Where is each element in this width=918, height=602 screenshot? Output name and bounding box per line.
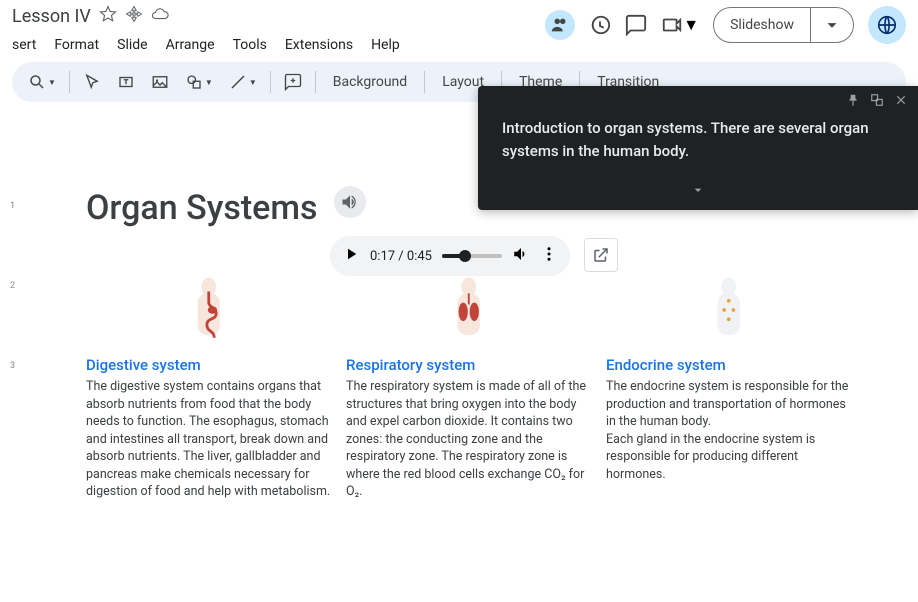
pin-icon[interactable]: [846, 92, 860, 111]
zoom-icon[interactable]: ▼: [22, 69, 62, 95]
textbox-icon[interactable]: [111, 69, 141, 95]
audio-time: 0:17 / 0:45: [370, 249, 432, 264]
digestive-body: The digestive system contains organs tha…: [86, 378, 332, 501]
video-call-icon[interactable]: ▼: [661, 14, 699, 36]
close-icon[interactable]: [894, 92, 908, 111]
comment-add-icon[interactable]: [278, 69, 308, 95]
vertical-ruler: 1 2 3: [0, 106, 28, 564]
menu-slide[interactable]: Slide: [109, 33, 155, 57]
slideshow-dropdown[interactable]: [811, 8, 853, 42]
respiratory-title: Respiratory system: [346, 356, 592, 374]
select-icon[interactable]: [77, 69, 107, 95]
slideshow-label[interactable]: Slideshow: [714, 8, 811, 42]
menu-insert[interactable]: sert: [4, 33, 44, 57]
popout-icon[interactable]: [584, 238, 618, 272]
endocrine-body: The endocrine system is responsible for …: [606, 378, 852, 483]
respiratory-body: The respiratory system is made of all of…: [346, 378, 592, 501]
menu-extensions[interactable]: Extensions: [277, 33, 361, 57]
speaker-icon[interactable]: [334, 186, 366, 218]
image-icon[interactable]: [145, 69, 175, 95]
audio-seek-slider[interactable]: [442, 254, 502, 258]
line-icon[interactable]: ▼: [223, 69, 263, 95]
menu-tools[interactable]: Tools: [225, 33, 275, 57]
system-digestive[interactable]: Digestive system The digestive system co…: [86, 272, 332, 501]
endocrine-image: [606, 272, 852, 348]
menu-arrange[interactable]: Arrange: [158, 33, 223, 57]
document-title[interactable]: Lesson IV: [12, 6, 99, 27]
slideshow-button[interactable]: Slideshow: [713, 7, 854, 43]
menu-help[interactable]: Help: [363, 33, 408, 57]
presence-indicator[interactable]: [545, 10, 575, 40]
system-respiratory[interactable]: Respiratory system The respiratory syste…: [346, 272, 592, 501]
digestive-image: [86, 272, 332, 348]
endocrine-title: Endocrine system: [606, 356, 852, 374]
volume-icon[interactable]: [512, 245, 530, 267]
cloud-icon[interactable]: [151, 5, 169, 27]
play-icon[interactable]: [342, 245, 360, 267]
background-button[interactable]: Background: [323, 70, 417, 94]
caption-panel: Introduction to organ systems. There are…: [478, 86, 918, 210]
menu-format[interactable]: Format: [46, 33, 107, 57]
audio-player: 0:17 / 0:45: [330, 236, 570, 276]
more-icon[interactable]: [540, 245, 558, 267]
caption-text: Introduction to organ systems. There are…: [478, 117, 918, 178]
shape-icon[interactable]: ▼: [179, 69, 219, 95]
share-icon[interactable]: [868, 6, 906, 44]
expand-caption-icon[interactable]: [478, 178, 918, 210]
system-endocrine[interactable]: Endocrine system The endocrine system is…: [606, 272, 852, 501]
respiratory-image: [346, 272, 592, 348]
star-icon[interactable]: [99, 5, 117, 27]
comment-icon[interactable]: [625, 14, 647, 36]
move-icon[interactable]: [125, 5, 143, 27]
history-icon[interactable]: [589, 14, 611, 36]
popout-caption-icon[interactable]: [870, 92, 884, 111]
digestive-title: Digestive system: [86, 356, 332, 374]
